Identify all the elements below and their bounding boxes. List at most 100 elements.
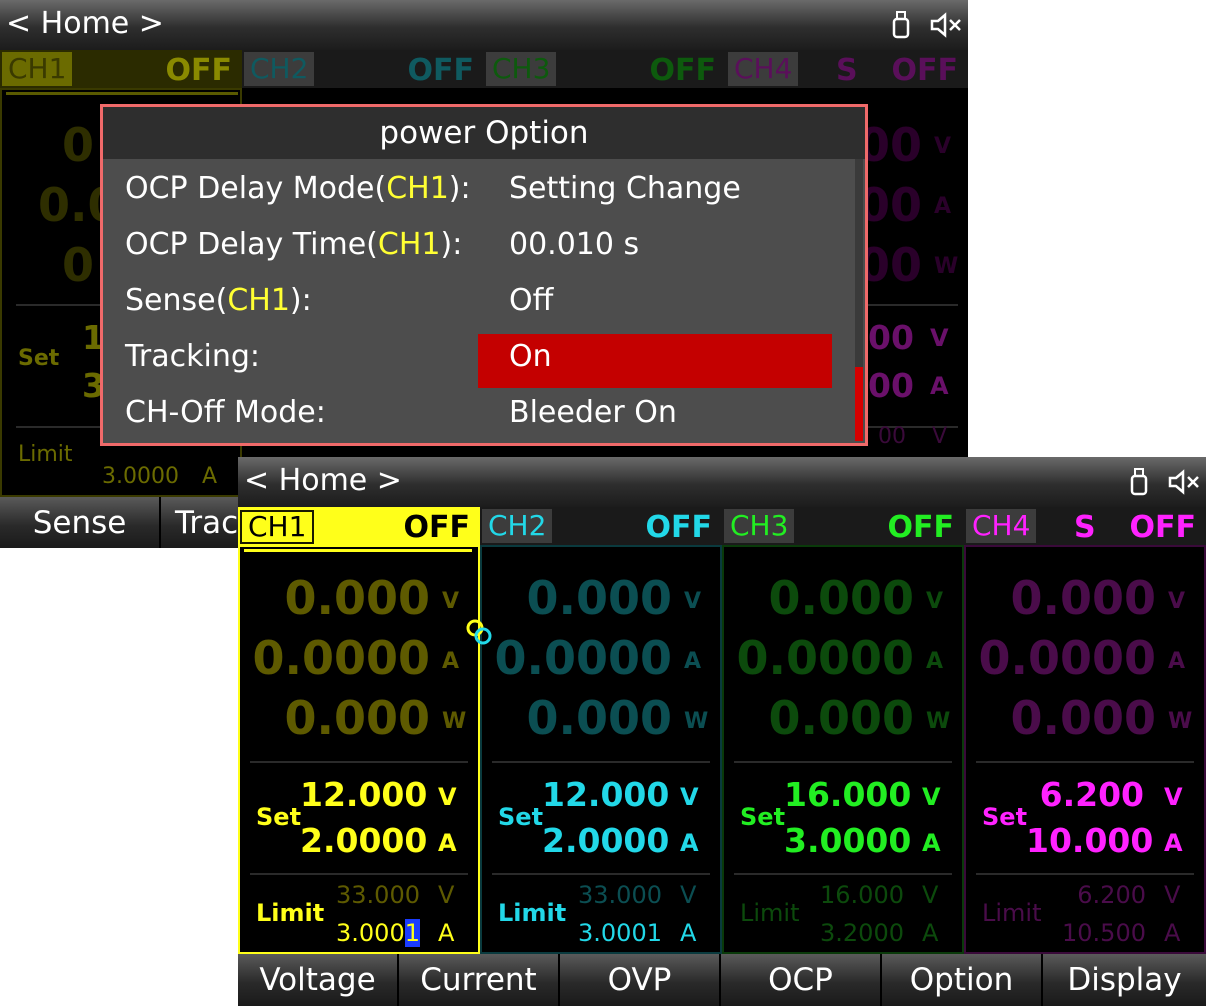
- separator: [976, 873, 1194, 875]
- ch3-set-label: Set: [740, 803, 786, 831]
- softkey-option[interactable]: Option: [882, 954, 1043, 1006]
- screen-home-four-channels: < Home > CH1 OFF CH2 OFF CH3 OFF CH4 S O…: [238, 457, 1206, 1006]
- ch3-limit-current[interactable]: 3.2000: [794, 919, 904, 947]
- title-bar: < Home >: [0, 0, 968, 50]
- ch1-name: CH1: [240, 510, 315, 544]
- ch2-set-voltage-unit: V: [680, 783, 699, 811]
- ch1-name: CH1: [2, 52, 73, 86]
- ch1-limit-voltage-unit: V: [438, 881, 455, 909]
- ch4-limit-current[interactable]: 10.500: [1036, 919, 1146, 947]
- ch3-panel[interactable]: 0.000 V 0.0000 A 0.000 W Set 16.000 V 3.…: [722, 545, 964, 954]
- softkey-sense[interactable]: Sense: [0, 497, 161, 548]
- ch2-panel[interactable]: 0.000 V 0.0000 A 0.000 W Set 12.000 V 2.…: [480, 545, 722, 954]
- ch2-meas-current: 0.0000: [494, 631, 672, 685]
- softkey-ocp[interactable]: OCP: [721, 954, 882, 1006]
- ch2-header[interactable]: CH2 OFF: [242, 50, 484, 88]
- ch1-underline: [244, 549, 472, 552]
- ch1-status: OFF: [165, 53, 233, 88]
- edit-cursor[interactable]: 1: [404, 919, 420, 947]
- ch1-set-voltage[interactable]: 12.000: [300, 775, 427, 814]
- option-key: OCP Delay Time(CH1):: [125, 227, 463, 262]
- ch1-panel[interactable]: 0.000 V 0.0000 A 0.000 W Set 12.000 V 2.…: [238, 545, 480, 954]
- ch3-header[interactable]: CH3 OFF: [722, 507, 964, 545]
- ch3-limit-current-unit: A: [922, 919, 939, 947]
- ch4-header[interactable]: CH4 S OFF: [726, 50, 968, 88]
- option-tracking[interactable]: Tracking: On: [125, 329, 855, 385]
- option-key: OCP Delay Mode(CH1):: [125, 171, 471, 206]
- ch2-set-current[interactable]: 2.0000: [542, 821, 669, 860]
- separator: [250, 873, 468, 875]
- title-bar: < Home >: [238, 457, 1206, 507]
- ch1-limit-current-digits: 3.000: [336, 919, 405, 947]
- ch4-set-current[interactable]: 10.000: [1026, 821, 1153, 860]
- option-sense[interactable]: Sense(CH1): Off: [125, 273, 855, 329]
- softkey-display[interactable]: Display: [1043, 954, 1206, 1006]
- ch4-status: OFF: [1129, 510, 1197, 545]
- option-value: Bleeder On: [509, 395, 677, 430]
- ch3-meas-current: 0.0000: [736, 631, 914, 685]
- separator: [734, 873, 952, 875]
- ch2-limit-voltage[interactable]: 33.000: [552, 881, 662, 909]
- ch1-meas-power-unit: W: [442, 709, 467, 734]
- ch2-set-voltage[interactable]: 12.000: [542, 775, 669, 814]
- ch2-limit-current[interactable]: 3.0001: [552, 919, 662, 947]
- softkey-ovp[interactable]: OVP: [560, 954, 721, 1006]
- ch1-set-current[interactable]: 2.0000: [300, 821, 427, 860]
- ch4-panel[interactable]: 0.000 V 0.0000 A 0.000 W Set 6.200 V 10.…: [964, 545, 1206, 954]
- option-value: Off: [509, 283, 554, 318]
- ch2-meas-power: 0.000: [526, 691, 672, 745]
- ch4-set-fragment-2: 00: [868, 366, 914, 405]
- ch1-status: OFF: [403, 510, 471, 545]
- ch3-set-current-unit: A: [922, 829, 941, 857]
- ch3-meas-voltage: 0.000: [768, 571, 914, 625]
- softkey-voltage[interactable]: Voltage: [238, 954, 399, 1006]
- ch4-meas-voltage-unit: V: [1168, 589, 1186, 614]
- ch3-header[interactable]: CH3 OFF: [484, 50, 726, 88]
- ch4-set-voltage-unit: V: [1164, 783, 1183, 811]
- ch1-limit-current[interactable]: 3.0001: [310, 919, 420, 947]
- ch1-set-voltage-unit: V: [438, 783, 457, 811]
- option-ch-off-mode[interactable]: CH-Off Mode: Bleeder On: [125, 385, 855, 441]
- ch4-set-voltage[interactable]: 6.200: [1026, 775, 1144, 814]
- ch4-meas-current-unit: A: [1168, 649, 1186, 674]
- power-option-dialog: power Option OCP Delay Mode(CH1): Settin…: [100, 104, 868, 446]
- ch1-header[interactable]: CH1 OFF: [238, 507, 480, 545]
- ch4-limit-voltage[interactable]: 6.200: [1036, 881, 1146, 909]
- separator: [734, 761, 952, 763]
- home-title[interactable]: < Home >: [244, 463, 402, 498]
- ch4-limit-label: Limit: [982, 899, 1042, 927]
- ch1-meas-fragment-3: 0: [62, 238, 95, 292]
- ch3-limit-label: Limit: [740, 899, 800, 927]
- ch4-header[interactable]: CH4 S OFF: [964, 507, 1206, 545]
- track-link-icon: [466, 619, 492, 645]
- ch2-status: OFF: [407, 53, 475, 88]
- usb-icon: [892, 11, 910, 39]
- ch3-name: CH3: [724, 509, 795, 543]
- softkey-bar: Voltage Current OVP OCP Option Display: [238, 954, 1206, 1006]
- option-value-selected[interactable]: On: [509, 329, 552, 385]
- ch3-limit-voltage[interactable]: 16.000: [794, 881, 904, 909]
- ch2-name: CH2: [482, 509, 553, 543]
- ch3-meas-voltage-unit: V: [926, 589, 944, 614]
- ch1-limit-voltage[interactable]: 33.000: [310, 881, 420, 909]
- ch3-set-current[interactable]: 3.0000: [784, 821, 911, 860]
- ch3-set-voltage[interactable]: 16.000: [784, 775, 911, 814]
- ch2-limit-voltage-unit: V: [680, 881, 697, 909]
- home-title[interactable]: < Home >: [6, 6, 164, 41]
- ch2-header[interactable]: CH2 OFF: [480, 507, 722, 545]
- option-ocp-delay-time[interactable]: OCP Delay Time(CH1): 00.010 s: [125, 217, 855, 273]
- ch4-meas-power-unit: W: [1168, 709, 1193, 734]
- ch3-limit-voltage-unit: V: [922, 881, 939, 909]
- ch4-limit-current-unit: A: [1164, 919, 1181, 947]
- ch4-set-label: Set: [982, 803, 1028, 831]
- ch4-limit-voltage-unit: V: [1164, 881, 1181, 909]
- ch1-header[interactable]: CH1 OFF: [0, 50, 242, 88]
- option-ocp-delay-mode[interactable]: OCP Delay Mode(CH1): Setting Change: [125, 161, 855, 217]
- softkey-current[interactable]: Current: [399, 954, 560, 1006]
- option-key: CH-Off Mode:: [125, 395, 326, 430]
- option-value: Setting Change: [509, 171, 741, 206]
- ch4-meas-unit-fragment-2: A: [934, 194, 952, 219]
- dialog-scrollbar-thumb[interactable]: [855, 367, 863, 441]
- ch2-meas-voltage-unit: V: [684, 589, 702, 614]
- option-key: Tracking:: [125, 339, 260, 374]
